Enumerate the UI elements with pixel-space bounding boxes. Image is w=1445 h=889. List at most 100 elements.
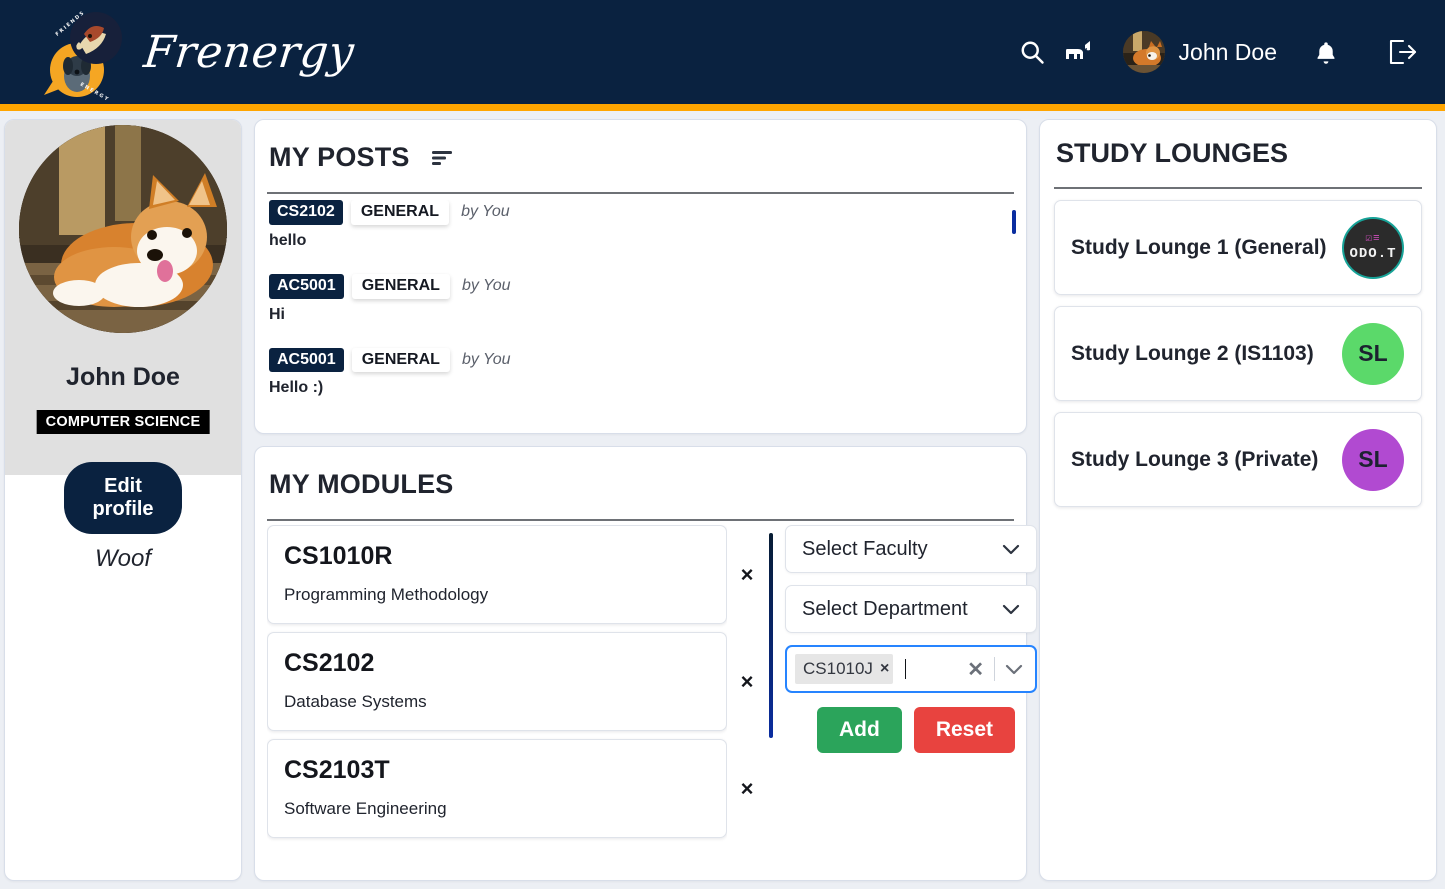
- my-modules-header: MY MODULES: [255, 447, 1026, 500]
- top-navbar: F R I E N D S E N E R G Y Frenergy John …: [0, 0, 1445, 104]
- profile-bio: Woof: [94, 545, 151, 572]
- study-lounge-avatar-text: SL: [1358, 340, 1388, 366]
- chevron-down-icon: [1002, 604, 1020, 615]
- profile-faculty-tag: COMPUTER SCIENCE: [36, 410, 210, 434]
- brand[interactable]: F R I E N D S E N E R G Y Frenergy: [22, 0, 357, 104]
- study-lounge-avatar-text: SL: [1358, 446, 1388, 472]
- post-category-badge: GENERAL: [351, 347, 450, 373]
- post-body: Hello :): [269, 379, 324, 397]
- dog-icon[interactable]: [1055, 29, 1101, 75]
- department-select[interactable]: Select Department: [785, 585, 1037, 633]
- post-author: by You: [461, 203, 510, 221]
- study-lounge-name: Study Lounge 2 (IS1103): [1071, 341, 1314, 365]
- post-module-badge: CS2102: [269, 200, 343, 225]
- module-card[interactable]: CS2102 Database Systems: [267, 632, 727, 731]
- clear-all-icon[interactable]: ✕: [961, 657, 990, 682]
- post-author: by You: [461, 350, 511, 368]
- study-lounge-avatar: SL: [1342, 322, 1404, 385]
- module-remove-button[interactable]: ×: [727, 632, 767, 731]
- my-modules-divider: [267, 519, 1014, 521]
- module-title: Software Engineering: [284, 799, 447, 818]
- post-meta: CS2102 GENERAL by You: [269, 200, 1012, 225]
- module-chip-label: CS1010J: [803, 659, 873, 678]
- sort-icon[interactable]: [431, 150, 454, 166]
- post-body: hello: [269, 231, 307, 249]
- study-lounge-name: Study Lounge 1 (General): [1071, 235, 1327, 259]
- brand-title: Frenergy: [141, 26, 357, 78]
- my-posts-divider: [267, 192, 1014, 194]
- add-module-form: Select Faculty Select Department CS1010J…: [785, 525, 1037, 870]
- my-posts-scrollbar[interactable]: [1012, 210, 1016, 234]
- module-chip: CS1010J ×: [795, 654, 894, 684]
- center-column: MY POSTS CS2102 GENERAL by You hello AC5…: [254, 119, 1037, 881]
- study-lounge-item[interactable]: Study Lounge 3 (Private) SL: [1054, 412, 1422, 507]
- my-modules-list: CS1010R Programming Methodology × CS2102…: [267, 525, 767, 870]
- module-row: CS2103T Software Engineering ×: [267, 739, 767, 838]
- profile-name: John Doe: [66, 363, 180, 391]
- my-modules-panel: MY MODULES CS1010R Programming Methodolo…: [254, 446, 1037, 881]
- post-item[interactable]: CS2102 GENERAL by You hello: [269, 200, 1012, 250]
- profile-photo-corgi-icon[interactable]: [19, 125, 227, 333]
- frenergy-dog-logo-icon: F R I E N D S E N E R G Y: [22, 0, 126, 104]
- reset-button[interactable]: Reset: [913, 707, 1016, 753]
- chevron-down-icon: [1002, 544, 1020, 555]
- study-lounges-panel: STUDY LOUNGES Study Lounge 1 (General) ☑…: [1039, 119, 1437, 881]
- page-body: John Doe COMPUTER SCIENCE Edit profile W…: [0, 111, 1445, 889]
- study-lounge-name: Study Lounge 3 (Private): [1071, 447, 1319, 471]
- module-remove-button[interactable]: ×: [727, 525, 767, 624]
- module-multiselect[interactable]: CS1010J × ✕: [785, 645, 1037, 693]
- user-menu[interactable]: John Doe: [1122, 31, 1277, 73]
- separator: [994, 657, 995, 681]
- module-title: Programming Methodology: [284, 585, 489, 604]
- module-card[interactable]: CS1010R Programming Methodology: [267, 525, 727, 624]
- post-module-badge: AC5001: [269, 347, 344, 373]
- post-item[interactable]: AC5001 GENERAL by You Hello :): [269, 347, 1012, 398]
- study-lounge-item[interactable]: Study Lounge 1 (General) ☑≡ ODO.T: [1054, 200, 1422, 295]
- navbar-actions: John Doe: [1009, 29, 1445, 75]
- department-select-value: Select Department: [802, 597, 968, 620]
- module-code: CS2103T: [284, 756, 390, 784]
- my-posts-panel: MY POSTS CS2102 GENERAL by You hello AC5…: [254, 119, 1027, 434]
- module-row: CS2102 Database Systems ×: [267, 632, 767, 731]
- faculty-select[interactable]: Select Faculty: [785, 525, 1037, 573]
- post-item[interactable]: AC5001 GENERAL by You Hi: [269, 273, 1012, 324]
- search-icon[interactable]: [1009, 29, 1055, 75]
- form-actions: Add Reset: [785, 707, 1037, 753]
- module-chip-remove-icon[interactable]: ×: [880, 660, 889, 678]
- faculty-select-value: Select Faculty: [802, 537, 928, 560]
- my-modules-scrollbar[interactable]: [769, 533, 773, 738]
- post-category-badge: GENERAL: [350, 200, 450, 225]
- user-avatar-corgi-icon: [1122, 31, 1165, 73]
- text-caret: [905, 659, 907, 679]
- my-posts-list: CS2102 GENERAL by You hello AC5001 GENER…: [269, 200, 1012, 423]
- profile-card: John Doe COMPUTER SCIENCE Edit profile W…: [4, 119, 242, 881]
- module-title: Database Systems: [284, 692, 427, 711]
- module-card[interactable]: CS2103T Software Engineering: [267, 739, 727, 838]
- bell-icon[interactable]: [1303, 29, 1349, 75]
- chevron-down-icon[interactable]: [999, 664, 1029, 675]
- study-lounge-item[interactable]: Study Lounge 2 (IS1103) SL: [1054, 306, 1422, 401]
- study-lounge-avatar: ☑≡ ODO.T: [1342, 216, 1404, 279]
- post-author: by You: [461, 277, 511, 295]
- module-row: CS1010R Programming Methodology ×: [267, 525, 767, 624]
- my-modules-title: MY MODULES: [269, 469, 454, 499]
- my-modules-body: CS1010R Programming Methodology × CS2102…: [267, 525, 1037, 870]
- post-meta: AC5001 GENERAL by You: [269, 347, 1012, 373]
- module-code: CS2102: [284, 649, 375, 677]
- post-body: Hi: [269, 305, 285, 323]
- post-category-badge: GENERAL: [351, 273, 450, 299]
- module-code: CS1010R: [284, 542, 393, 570]
- post-meta: AC5001 GENERAL by You: [269, 273, 1012, 299]
- checklist-icon: ☑≡: [1365, 232, 1381, 245]
- edit-profile-button[interactable]: Edit profile: [64, 462, 182, 534]
- study-lounge-avatar: SL: [1342, 428, 1404, 491]
- logout-icon[interactable]: [1379, 29, 1425, 75]
- study-lounges-divider: [1054, 187, 1422, 189]
- navbar-accent-bar: [0, 104, 1445, 111]
- study-lounge-avatar-text: ODO.T: [1349, 245, 1397, 262]
- post-module-badge: AC5001: [269, 273, 344, 299]
- my-posts-header: MY POSTS: [255, 120, 1026, 173]
- module-remove-button[interactable]: ×: [727, 739, 767, 838]
- add-module-button[interactable]: Add: [817, 707, 902, 753]
- my-posts-title: MY POSTS: [269, 142, 410, 172]
